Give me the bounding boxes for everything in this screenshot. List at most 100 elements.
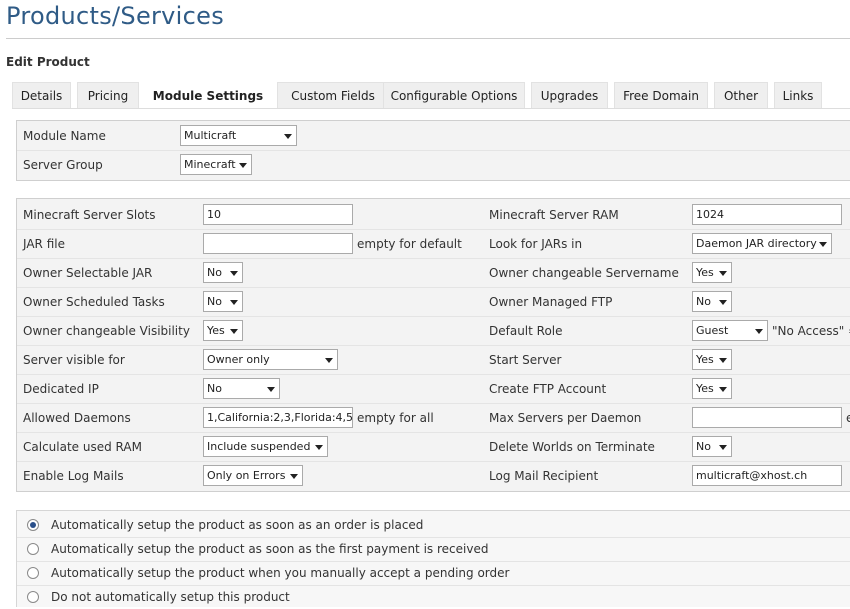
look-for-jars-in-value: Daemon JAR directory [696,237,817,250]
look-for-jars-in-select[interactable]: Daemon JAR directory [692,233,832,254]
allowed-daemons-label: Allowed Daemons [23,411,131,425]
start-server-value: Yes [696,353,714,366]
look-for-jars-in-label: Look for JARs in [489,237,583,251]
enable-log-mails-label: Enable Log Mails [23,469,124,483]
dedicated-ip-value: No [207,382,222,395]
owner-changeable-visibility-select[interactable]: Yes [203,320,243,341]
owner-selectable-jar-select[interactable]: No [203,262,243,283]
tab-details[interactable]: Details [12,82,71,108]
tab-pricing[interactable]: Pricing [77,82,139,108]
create-ftp-account-value: Yes [696,382,714,395]
setup-radio-on-accept[interactable] [27,567,39,579]
default-role-label: Default Role [489,324,563,338]
setup-options: Automatically setup the product as soon … [16,510,850,607]
jar-file-hint: empty for default [357,237,462,251]
default-role-hint: "No Access" = [772,324,850,338]
delete-worlds-on-terminate-select[interactable]: No [692,436,732,457]
chevron-down-icon [230,300,238,305]
chevron-down-icon [267,387,275,392]
enable-log-mails-select[interactable]: Only on Errors [203,465,303,486]
server-visible-for-value: Owner only [207,353,270,366]
minecraft-server-ram-value: 1024 [696,208,724,221]
owner-selectable-jar-label: Owner Selectable JAR [23,266,153,280]
calculate-used-ram-select[interactable]: Include suspended [203,436,328,457]
owner-managed-ftp-value: No [696,295,711,308]
tab-underline [12,108,850,109]
page-title: Products/Services [6,2,225,30]
minecraft-server-slots-value: 10 [207,208,221,221]
server-visible-for-label: Server visible for [23,353,125,367]
chevron-down-icon [325,358,333,363]
max-servers-per-daemon-hint: e [846,411,850,425]
setup-radio-on-order[interactable] [27,519,39,531]
chevron-down-icon [284,134,292,139]
max-servers-per-daemon-label: Max Servers per Daemon [489,411,642,425]
delete-worlds-on-terminate-value: No [696,440,711,453]
jar-file-label: JAR file [23,237,65,251]
owner-scheduled-tasks-label: Owner Scheduled Tasks [23,295,165,309]
tab-custom-fields[interactable]: Custom Fields [277,82,389,108]
owner-changeable-visibility-label: Owner changeable Visibility [23,324,190,338]
dedicated-ip-select[interactable]: No [203,378,280,399]
owner-changeable-servername-label: Owner changeable Servername [489,266,679,280]
owner-managed-ftp-label: Owner Managed FTP [489,295,613,309]
default-role-select[interactable]: Guest [692,320,768,341]
setup-option-row[interactable]: Do not automatically setup this product [17,585,850,609]
setup-option-label: Automatically setup the product as soon … [51,542,489,556]
owner-selectable-jar-value: No [207,266,222,279]
owner-changeable-servername-select[interactable]: Yes [692,262,732,283]
module-name-select[interactable]: Multicraft [180,125,297,146]
minecraft-server-ram-label: Minecraft Server RAM [489,208,619,222]
row-divider [17,432,850,433]
dedicated-ip-label: Dedicated IP [23,382,99,396]
module-name-value: Multicraft [184,129,237,142]
chevron-down-icon [230,329,238,334]
module-box: Module Name Multicraft Server Group Mine… [16,120,850,181]
start-server-label: Start Server [489,353,562,367]
setup-option-label: Do not automatically setup this product [51,590,290,604]
server-group-select[interactable]: Minecraft [180,154,252,175]
log-mail-recipient-label: Log Mail Recipient [489,469,599,483]
create-ftp-account-select[interactable]: Yes [692,378,732,399]
tab-other[interactable]: Other [714,82,768,108]
row-divider [17,258,850,259]
allowed-daemons-value: 1,California:2,3,Florida:4,5 [207,411,353,424]
tab-module-settings[interactable]: Module Settings [145,82,271,109]
setup-radio-on-payment[interactable] [27,543,39,555]
settings-box: Minecraft Server Slots 10 Minecraft Server… [16,198,850,492]
allowed-daemons-input[interactable]: 1,California:2,3,Florida:4,5 [203,407,353,428]
chevron-down-icon [719,387,727,392]
setup-option-row[interactable]: Automatically setup the product as soon … [17,513,850,537]
owner-changeable-visibility-value: Yes [207,324,225,337]
server-group-label: Server Group [23,158,103,172]
owner-managed-ftp-select[interactable]: No [692,291,732,312]
log-mail-recipient-value: multicraft@xhost.ch [696,469,808,482]
tab-configurable-options[interactable]: Configurable Options [383,82,525,108]
tab-free-domain[interactable]: Free Domain [614,82,708,108]
setup-radio-manual[interactable] [27,591,39,603]
owner-scheduled-tasks-select[interactable]: No [203,291,243,312]
max-servers-per-daemon-input[interactable] [692,407,842,428]
enable-log-mails-value: Only on Errors [207,469,286,482]
minecraft-server-slots-input[interactable]: 10 [203,204,353,225]
section-subtitle: Edit Product [6,55,90,69]
chevron-down-icon [719,358,727,363]
chevron-down-icon [719,300,727,305]
setup-option-row[interactable]: Automatically setup the product when you… [17,561,850,585]
start-server-select[interactable]: Yes [692,349,732,370]
row-divider [17,403,850,404]
row-divider [17,287,850,288]
chevron-down-icon [230,271,238,276]
server-group-value: Minecraft [184,158,236,171]
setup-option-row[interactable]: Automatically setup the product as soon … [17,537,850,561]
log-mail-recipient-input[interactable]: multicraft@xhost.ch [692,465,842,486]
server-visible-for-select[interactable]: Owner only [203,349,338,370]
module-name-row: Module Name Multicraft [17,121,850,150]
row-divider [17,316,850,317]
minecraft-server-ram-input[interactable]: 1024 [692,204,842,225]
jar-file-input[interactable] [203,233,353,254]
tab-upgrades[interactable]: Upgrades [531,82,608,108]
chevron-down-icon [239,163,247,168]
tab-links[interactable]: Links [774,82,822,108]
title-divider [6,38,850,39]
